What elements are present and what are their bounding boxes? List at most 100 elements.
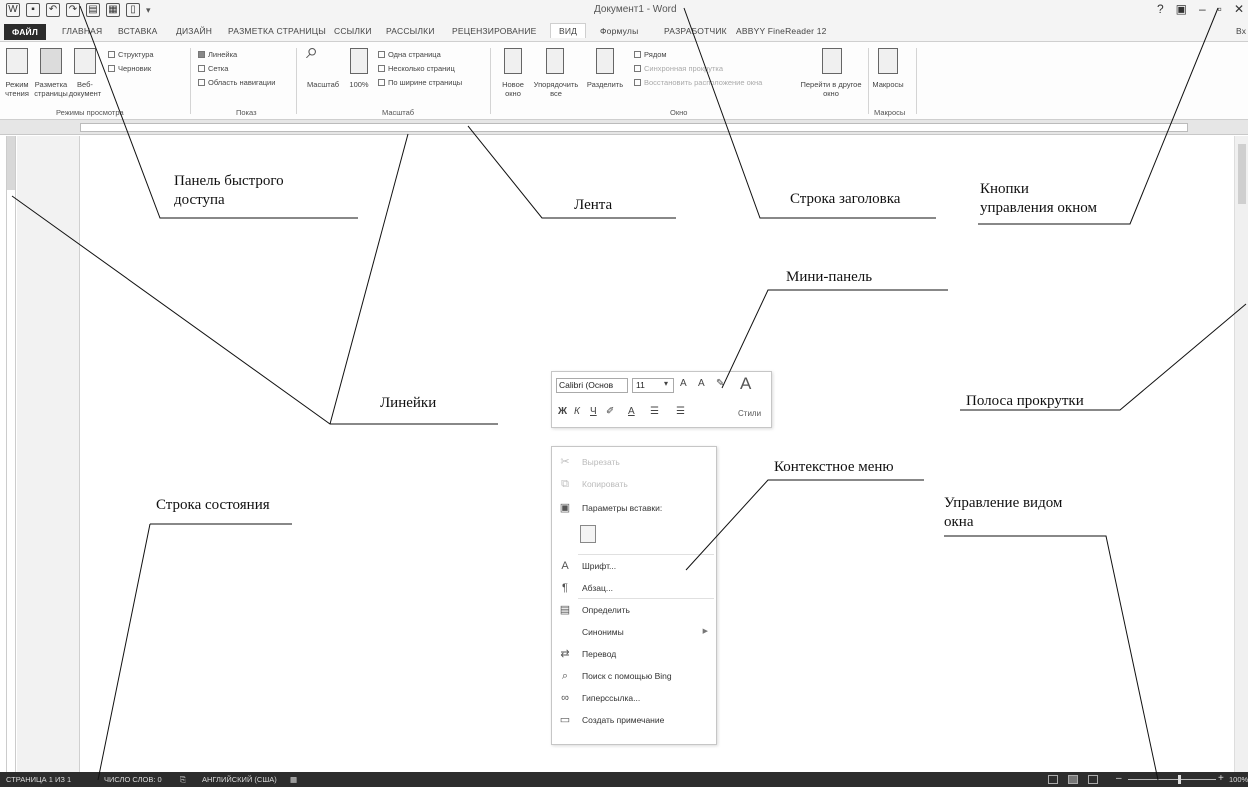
tab-references[interactable]: ССЫЛКИ bbox=[334, 26, 372, 36]
print-preview-icon[interactable]: ▤ bbox=[86, 3, 100, 17]
tab-review[interactable]: РЕЦЕНЗИРОВАНИЕ bbox=[452, 26, 537, 36]
zoom-in-icon[interactable]: + bbox=[1218, 773, 1224, 784]
bold-icon[interactable]: Ж bbox=[558, 406, 567, 417]
menu-item-translate[interactable]: ⇄ Перевод bbox=[552, 643, 716, 665]
horizontal-ruler[interactable] bbox=[0, 120, 1248, 135]
sync-scroll-button[interactable]: Синхронная прокрутка bbox=[634, 64, 723, 73]
tab-page-layout[interactable]: РАЗМЕТКА СТРАНИЦЫ bbox=[228, 26, 326, 36]
tab-home[interactable]: ГЛАВНАЯ bbox=[62, 26, 102, 36]
menu-item-define[interactable]: ▤ Определить bbox=[552, 599, 716, 621]
new-document-icon[interactable]: ▯ bbox=[126, 3, 140, 17]
web-layout-view-icon[interactable] bbox=[1088, 775, 1098, 784]
switch-window-button[interactable]: Перейти в другое окно bbox=[800, 80, 862, 98]
highlight-icon[interactable]: ✐ bbox=[606, 406, 614, 417]
new-window-icon[interactable] bbox=[504, 48, 522, 74]
read-mode-icon[interactable] bbox=[6, 48, 28, 74]
page-count[interactable]: СТРАНИЦА 1 ИЗ 1 bbox=[6, 775, 71, 784]
zoom-100-button[interactable]: 100% bbox=[344, 80, 374, 89]
sign-in-link[interactable]: Вх bbox=[1236, 26, 1246, 36]
page-width-button[interactable]: По ширине страницы bbox=[378, 78, 462, 87]
font-color-icon[interactable]: A bbox=[628, 406, 635, 417]
menu-item-new-comment[interactable]: ▭ Создать примечание bbox=[552, 709, 716, 731]
save-icon[interactable]: ▪ bbox=[26, 3, 40, 17]
grid-checkbox[interactable]: Сетка bbox=[198, 64, 228, 73]
outline-button[interactable]: Структура bbox=[108, 50, 154, 59]
tab-design[interactable]: ДИЗАЙН bbox=[176, 26, 212, 36]
paste-keep-text-icon[interactable] bbox=[580, 525, 596, 543]
restore-icon[interactable]: ▫ bbox=[1218, 2, 1222, 16]
macros-button[interactable]: Макросы bbox=[868, 80, 908, 89]
tab-mailings[interactable]: РАССЫЛКИ bbox=[386, 26, 435, 36]
menu-item-copy[interactable]: ⧉ Копировать bbox=[552, 473, 716, 495]
numbering-icon[interactable]: ☰ bbox=[676, 406, 685, 417]
format-painter-icon[interactable]: ✎ bbox=[716, 378, 724, 389]
styles-label[interactable]: Стили bbox=[738, 409, 761, 418]
menu-item-synonyms[interactable]: Синонимы ▶ bbox=[552, 621, 716, 643]
menu-item-cut[interactable]: ✂ Вырезать bbox=[552, 451, 716, 473]
undo-icon[interactable]: ↶ bbox=[46, 3, 60, 17]
zoom-out-icon[interactable]: – bbox=[1116, 773, 1122, 784]
zoom-button[interactable]: Масштаб bbox=[300, 80, 346, 89]
print-icon[interactable]: ▦ bbox=[106, 3, 120, 17]
print-layout-icon[interactable] bbox=[40, 48, 62, 74]
font-name-combo[interactable]: Calibri (Основ bbox=[556, 378, 628, 393]
italic-icon[interactable]: К bbox=[574, 406, 580, 417]
callout-window-buttons-line1: Кнопки bbox=[980, 181, 1029, 197]
arrange-all-icon[interactable] bbox=[546, 48, 564, 74]
proofing-icon[interactable]: ⎘ bbox=[180, 775, 186, 785]
ruler-checkbox[interactable]: Линейка bbox=[198, 50, 237, 59]
print-layout-view-icon[interactable] bbox=[1068, 775, 1078, 784]
help-icon[interactable]: ? bbox=[1157, 2, 1164, 16]
reset-window-position-button[interactable]: Восстановить расположение окна bbox=[634, 78, 762, 87]
draft-button[interactable]: Черновик bbox=[108, 64, 151, 73]
zoom-slider[interactable] bbox=[1128, 779, 1216, 780]
zoom-magnifier-icon[interactable]: ⌕ bbox=[306, 40, 318, 62]
split-button[interactable]: Разделить bbox=[584, 80, 626, 89]
styles-icon[interactable]: A bbox=[740, 374, 751, 394]
grow-font-icon[interactable]: A bbox=[680, 378, 687, 389]
multiple-pages-button[interactable]: Несколько страниц bbox=[378, 64, 455, 73]
word-count[interactable]: ЧИСЛО СЛОВ: 0 bbox=[104, 775, 162, 784]
web-layout-button[interactable]: Веб-документ bbox=[68, 80, 102, 98]
redo-icon[interactable]: ↷ bbox=[66, 3, 80, 17]
customize-qat-icon[interactable]: ▾ bbox=[146, 5, 151, 16]
tab-file[interactable]: ФАЙЛ bbox=[4, 24, 46, 40]
split-icon[interactable] bbox=[596, 48, 614, 74]
menu-item-paragraph[interactable]: ¶ Абзац... bbox=[552, 577, 716, 599]
arrange-all-button[interactable]: Упорядочить все bbox=[530, 80, 582, 98]
macro-record-icon[interactable]: ▦ bbox=[290, 775, 297, 784]
web-layout-icon[interactable] bbox=[74, 48, 96, 74]
macros-icon[interactable] bbox=[878, 48, 898, 74]
bullets-icon[interactable]: ☰ bbox=[650, 406, 659, 417]
underline-icon[interactable]: Ч bbox=[590, 406, 597, 417]
zoom-slider-thumb[interactable] bbox=[1178, 775, 1181, 784]
tab-formulas[interactable]: Формулы bbox=[600, 26, 638, 36]
scrollbar-thumb[interactable] bbox=[1238, 144, 1246, 204]
nav-pane-checkbox[interactable]: Область навигации bbox=[198, 78, 275, 87]
read-mode-button[interactable]: Режим чтения bbox=[0, 80, 34, 98]
tab-insert[interactable]: ВСТАВКА bbox=[118, 26, 158, 36]
new-window-button[interactable]: Новое окно bbox=[494, 80, 532, 98]
minimize-icon[interactable]: – bbox=[1199, 2, 1206, 16]
side-by-side-button[interactable]: Рядом bbox=[634, 50, 667, 59]
menu-item-font[interactable]: A Шрифт... bbox=[552, 555, 716, 577]
zoom-100-icon[interactable] bbox=[350, 48, 368, 74]
tab-view[interactable]: ВИД bbox=[550, 23, 587, 38]
menu-item-hyperlink[interactable]: ∞ Гиперссылка... bbox=[552, 687, 716, 709]
chevron-down-icon[interactable]: ▾ bbox=[664, 379, 668, 388]
word-app-icon[interactable]: W bbox=[6, 3, 20, 17]
tab-developer[interactable]: РАЗРАБОТЧИК bbox=[664, 26, 727, 36]
language-indicator[interactable]: АНГЛИЙСКИЙ (США) bbox=[202, 775, 277, 784]
print-layout-button[interactable]: Разметка страницы bbox=[34, 80, 68, 98]
zoom-level[interactable]: 100% bbox=[1229, 775, 1248, 784]
ribbon-display-options-icon[interactable]: ▣ bbox=[1176, 2, 1187, 16]
menu-item-bing-search[interactable]: ⌕ Поиск с помощью Bing bbox=[552, 665, 716, 687]
read-mode-view-icon[interactable] bbox=[1048, 775, 1058, 784]
vertical-ruler[interactable] bbox=[6, 136, 16, 772]
close-icon[interactable]: ✕ bbox=[1234, 2, 1244, 16]
tab-abbyy[interactable]: ABBYY FineReader 12 bbox=[736, 26, 827, 36]
one-page-button[interactable]: Одна страница bbox=[378, 50, 441, 59]
vertical-scrollbar[interactable] bbox=[1234, 136, 1248, 772]
switch-window-icon[interactable] bbox=[822, 48, 842, 74]
shrink-font-icon[interactable]: A bbox=[698, 378, 705, 389]
